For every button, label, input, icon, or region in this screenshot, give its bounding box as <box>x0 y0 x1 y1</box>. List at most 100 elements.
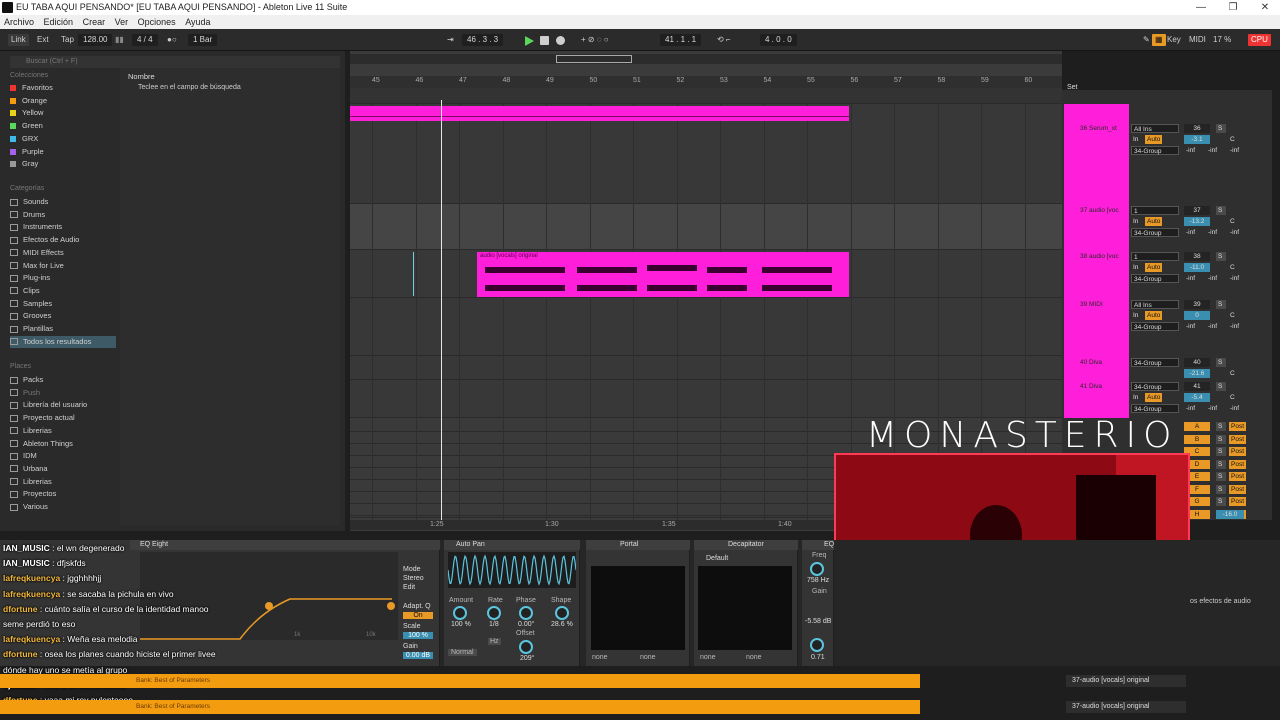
collection-item[interactable]: Purple <box>10 146 44 158</box>
loop-start-field[interactable]: 41 . 1 . 1 <box>660 34 702 46</box>
return-track-button[interactable]: B <box>1184 434 1210 444</box>
portal-title[interactable]: Portal <box>586 540 690 550</box>
volume-field[interactable]: -21.6 <box>1184 369 1210 378</box>
category-item[interactable]: Efectos de Audio <box>10 234 79 246</box>
output-route-dropdown[interactable]: 34-Group <box>1131 228 1179 237</box>
normal-button[interactable]: Normal <box>448 649 477 656</box>
input-type-dropdown[interactable]: 34-Group <box>1131 382 1179 391</box>
category-item[interactable]: Todos los resultados <box>10 335 116 348</box>
category-item[interactable]: Samples <box>10 298 52 310</box>
input-type-dropdown[interactable]: 1 <box>1131 206 1179 215</box>
send-c-value[interactable]: -inf <box>1228 228 1241 237</box>
place-item[interactable]: Proyecto actual <box>10 412 75 424</box>
send-a-value[interactable]: -inf <box>1184 228 1197 237</box>
eq2-q-knob[interactable] <box>810 638 824 652</box>
place-item[interactable]: Proyectos <box>10 488 56 500</box>
track-header[interactable]: 39 MIDI <box>1064 298 1129 356</box>
return-post-button[interactable]: Post <box>1229 497 1247 506</box>
return-post-button[interactable]: Post <box>1229 447 1247 456</box>
monitor-auto-button[interactable]: Auto <box>1145 263 1163 272</box>
play-button[interactable] <box>525 36 534 46</box>
portal-preset-a[interactable]: none <box>592 654 608 661</box>
volume-field[interactable]: -3.1 <box>1184 135 1210 144</box>
place-item[interactable]: Librerias <box>10 476 52 488</box>
return-post-button[interactable]: Post <box>1229 434 1247 444</box>
track-header[interactable]: 37 audio [voc <box>1064 204 1129 250</box>
send-b-value[interactable]: -inf <box>1206 228 1219 237</box>
collection-item[interactable]: Green <box>10 120 43 132</box>
category-item[interactable]: Drums <box>10 209 45 221</box>
decapitator-preset-a[interactable]: none <box>700 654 716 661</box>
close-button[interactable]: ✕ <box>1250 0 1280 15</box>
clip-bank-bar-1[interactable]: Bank: Best of Parameters <box>0 674 920 688</box>
send-b-value[interactable]: -inf <box>1206 146 1219 155</box>
solo-button[interactable]: S <box>1216 206 1226 215</box>
category-item[interactable]: Plantillas <box>10 323 53 335</box>
metronome-toggle-icon[interactable]: ●○ <box>164 34 180 46</box>
stop-button[interactable] <box>540 36 549 45</box>
return-solo-button[interactable]: S <box>1216 497 1226 506</box>
return-solo-button[interactable]: S <box>1216 422 1226 431</box>
monitor-auto-button[interactable]: Auto <box>1145 217 1163 226</box>
midi-clip-36[interactable] <box>350 106 849 121</box>
solo-button[interactable]: S <box>1216 300 1226 309</box>
output-route-dropdown[interactable]: 34-Group <box>1131 322 1179 331</box>
return-solo-button[interactable]: S <box>1216 459 1226 469</box>
collection-item[interactable]: Yellow <box>10 107 43 119</box>
place-item[interactable]: Various <box>10 501 48 513</box>
send-a-value[interactable]: -inf <box>1184 322 1197 331</box>
pan-field[interactable]: C <box>1228 263 1237 272</box>
track-lane-40[interactable] <box>350 356 1062 380</box>
collection-item[interactable]: Favoritos <box>10 82 53 94</box>
amount-knob[interactable] <box>453 606 467 620</box>
audio-clip-38[interactable]: audio [vocals] original <box>477 252 849 297</box>
decapitator-preset-b[interactable]: none <box>746 654 762 661</box>
draw-mode-icon[interactable]: ✎ <box>1140 34 1153 46</box>
pan-field[interactable]: C <box>1228 393 1237 402</box>
track-lane-41[interactable] <box>350 380 1062 418</box>
metronome-icon[interactable]: ▮▮ <box>112 34 127 46</box>
track-number-button[interactable]: 39 <box>1184 300 1210 309</box>
monitor-in-button[interactable]: In <box>1131 263 1140 272</box>
category-item[interactable]: Plug-ins <box>10 272 50 284</box>
input-type-dropdown[interactable]: All Ins <box>1131 300 1179 309</box>
return-post-button[interactable]: Post <box>1229 422 1247 431</box>
clip-bank-bar-2[interactable]: Bank: Best of Parameters <box>0 700 920 714</box>
volume-field[interactable]: -11.0 <box>1184 263 1210 272</box>
send-c-value[interactable]: -inf <box>1228 146 1241 155</box>
monitor-in-button[interactable]: In <box>1131 217 1140 226</box>
loop-toggle-icon[interactable]: ⟲ ⌐ <box>714 34 734 46</box>
portal-plugin-view[interactable] <box>591 566 685 650</box>
category-item[interactable]: MIDI Effects <box>10 247 64 259</box>
collection-item[interactable]: Gray <box>10 158 38 170</box>
eq2-freq-knob[interactable] <box>810 562 824 576</box>
record-button[interactable] <box>556 36 565 45</box>
pan-field[interactable]: C <box>1228 135 1237 144</box>
monitor-auto-button[interactable]: Auto <box>1145 135 1163 144</box>
category-item[interactable]: Max for Live <box>10 260 64 272</box>
return-post-button[interactable]: Post <box>1229 472 1247 481</box>
return-solo-button[interactable]: S <box>1216 434 1226 444</box>
decapitator-plugin-view[interactable] <box>698 566 792 650</box>
category-item[interactable]: Clips <box>10 285 40 297</box>
rate-knob[interactable] <box>487 606 501 620</box>
menu-opciones[interactable]: Opciones <box>138 15 176 29</box>
send-c-value[interactable]: -inf <box>1228 404 1241 413</box>
input-type-dropdown[interactable]: 34-Group <box>1131 358 1179 367</box>
input-type-dropdown[interactable]: 1 <box>1131 252 1179 261</box>
send-b-value[interactable]: -inf <box>1206 404 1219 413</box>
decapitator-title[interactable]: Decapitator <box>694 540 798 550</box>
time-signature-field[interactable]: 4 / 4 <box>132 34 158 46</box>
output-route-dropdown[interactable]: 34-Group <box>1131 404 1179 413</box>
overview-bar[interactable] <box>350 54 1062 64</box>
portal-preset-b[interactable]: none <box>640 654 656 661</box>
browser-name-column[interactable]: Nombre <box>128 72 155 81</box>
track-number-button[interactable]: 40 <box>1184 358 1210 367</box>
loop-length-field[interactable]: 4 . 0 . 0 <box>760 34 797 46</box>
menu-crear[interactable]: Crear <box>83 15 106 29</box>
menu-edicion[interactable]: Edición <box>44 15 74 29</box>
place-item[interactable]: Librerias <box>10 425 52 437</box>
return-post-button[interactable]: Post <box>1229 459 1247 469</box>
collection-item[interactable]: Orange <box>10 95 47 107</box>
return-solo-button[interactable]: S <box>1216 447 1226 456</box>
